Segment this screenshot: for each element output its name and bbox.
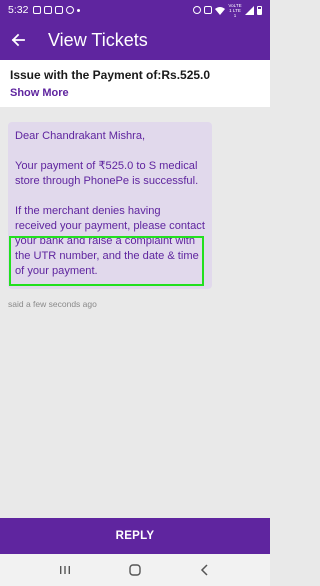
system-back-button[interactable]: [185, 554, 225, 586]
system-navigation-bar: [0, 554, 270, 586]
message-bubble: Dear Chandrakant Mishra, Your payment of…: [8, 122, 212, 289]
status-bar: 5:32 VoLTE1 LTE1: [0, 0, 270, 20]
notification-icon: [33, 6, 42, 14]
message-icon: [44, 6, 53, 14]
show-more-link[interactable]: Show More: [10, 87, 69, 99]
network-label: VoLTE1 LTE1: [228, 2, 242, 18]
status-notification-icons: [33, 6, 81, 14]
reply-button-label: REPLY: [115, 530, 155, 542]
page-title: View Tickets: [48, 29, 148, 50]
alarm-icon: [193, 6, 201, 14]
arrow-left-icon: [11, 33, 25, 47]
back-button[interactable]: [0, 20, 36, 60]
home-icon: [129, 564, 141, 576]
mute-icon: [204, 6, 212, 14]
mail-icon: [55, 6, 64, 14]
screen: 5:32 VoLTE1 LTE1 View Tickets Issue with…: [0, 0, 270, 586]
back-chevron-icon: [200, 564, 208, 576]
sync-icon: [66, 6, 75, 14]
message-greeting: Dear Chandrakant Mishra,: [15, 130, 146, 142]
issue-header: Issue with the Payment of:Rs.525.0 Show …: [0, 60, 270, 107]
recents-button[interactable]: [45, 554, 85, 586]
status-time: 5:32: [8, 4, 29, 16]
reply-button[interactable]: REPLY: [0, 518, 270, 554]
signal-icon: [245, 5, 254, 15]
recents-icon: [60, 566, 70, 574]
message-paragraph-2: If the merchant denies having received y…: [15, 205, 205, 277]
message-paragraph-1: Your payment of ₹525.0 to S medical stor…: [15, 160, 199, 187]
issue-title: Issue with the Payment of:Rs.525.0: [10, 68, 211, 82]
battery-icon: [257, 5, 262, 15]
message-timestamp: said a few seconds ago: [8, 299, 97, 309]
app-bar: View Tickets: [0, 20, 270, 60]
wifi-icon: [215, 6, 225, 15]
status-system-icons: VoLTE1 LTE1: [193, 3, 262, 18]
home-button[interactable]: [115, 554, 155, 586]
more-notifications-icon: [77, 8, 81, 12]
